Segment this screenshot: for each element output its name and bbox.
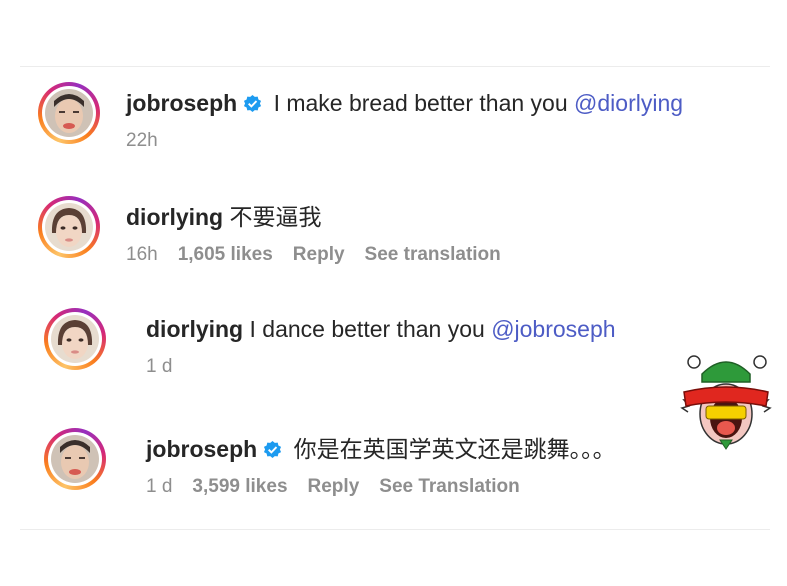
mention-link[interactable]: @jobroseph xyxy=(491,316,615,342)
username[interactable]: jobroseph xyxy=(146,436,257,462)
comment-text-line: diorlying 不要逼我 xyxy=(126,202,501,232)
comment-3: diorlying I dance better than you @jobro… xyxy=(44,308,616,378)
comment-time: 1 d xyxy=(146,356,173,377)
username[interactable]: jobroseph xyxy=(126,90,237,116)
comment-time: 1 d xyxy=(146,476,173,497)
comment-time: 16h xyxy=(126,244,158,265)
comment-text-line: jobroseph 你是在英国学英文还是跳舞。。。 xyxy=(146,434,616,464)
comment-text: 不要逼我 xyxy=(229,204,322,230)
walaoo-news-logo xyxy=(680,355,772,450)
comment-meta: 1 d 3,599 likes Reply See Translation xyxy=(146,476,616,498)
reply-button[interactable]: Reply xyxy=(308,476,360,498)
avatar-jobroseph[interactable] xyxy=(38,82,100,144)
comment-text: I make bread better than you xyxy=(273,90,568,116)
comment-4: jobroseph 你是在英国学英文还是跳舞。。。 1 d 3,599 like… xyxy=(44,428,616,498)
comment-meta: 16h 1,605 likes Reply See translation xyxy=(126,244,501,266)
username[interactable]: diorlying xyxy=(126,204,223,230)
comment-1: jobroseph I make bread better than you @… xyxy=(38,82,683,152)
verified-badge-icon xyxy=(264,440,282,459)
avatar-diorlying[interactable] xyxy=(44,308,106,370)
reply-button[interactable]: Reply xyxy=(293,244,345,266)
comment-time: 22h xyxy=(126,130,158,151)
avatar-photo xyxy=(51,315,99,363)
likes-count[interactable]: 3,599 likes xyxy=(192,476,287,498)
see-translation-button[interactable]: See Translation xyxy=(379,476,519,498)
verified-badge-icon xyxy=(244,94,262,113)
comment-text: I dance better than you xyxy=(249,316,485,342)
comment-text-line: diorlying I dance better than you @jobro… xyxy=(146,314,616,344)
comment-text: 你是在英国学英文还是跳舞。。。 xyxy=(293,436,616,462)
likes-count[interactable]: 1,605 likes xyxy=(178,244,273,266)
comment-meta: 1 d xyxy=(146,356,616,378)
avatar-jobroseph[interactable] xyxy=(44,428,106,490)
see-translation-button[interactable]: See translation xyxy=(365,244,501,266)
username[interactable]: diorlying xyxy=(146,316,243,342)
comment-meta: 22h xyxy=(126,130,683,152)
mention-link[interactable]: @diorlying xyxy=(574,90,683,116)
comment-text-line: jobroseph I make bread better than you @… xyxy=(126,88,683,118)
avatar-photo xyxy=(45,89,93,137)
comment-2: diorlying 不要逼我 16h 1,605 likes Reply See… xyxy=(38,196,501,266)
avatar-photo xyxy=(51,435,99,483)
avatar-diorlying[interactable] xyxy=(38,196,100,258)
avatar-photo xyxy=(45,203,93,251)
